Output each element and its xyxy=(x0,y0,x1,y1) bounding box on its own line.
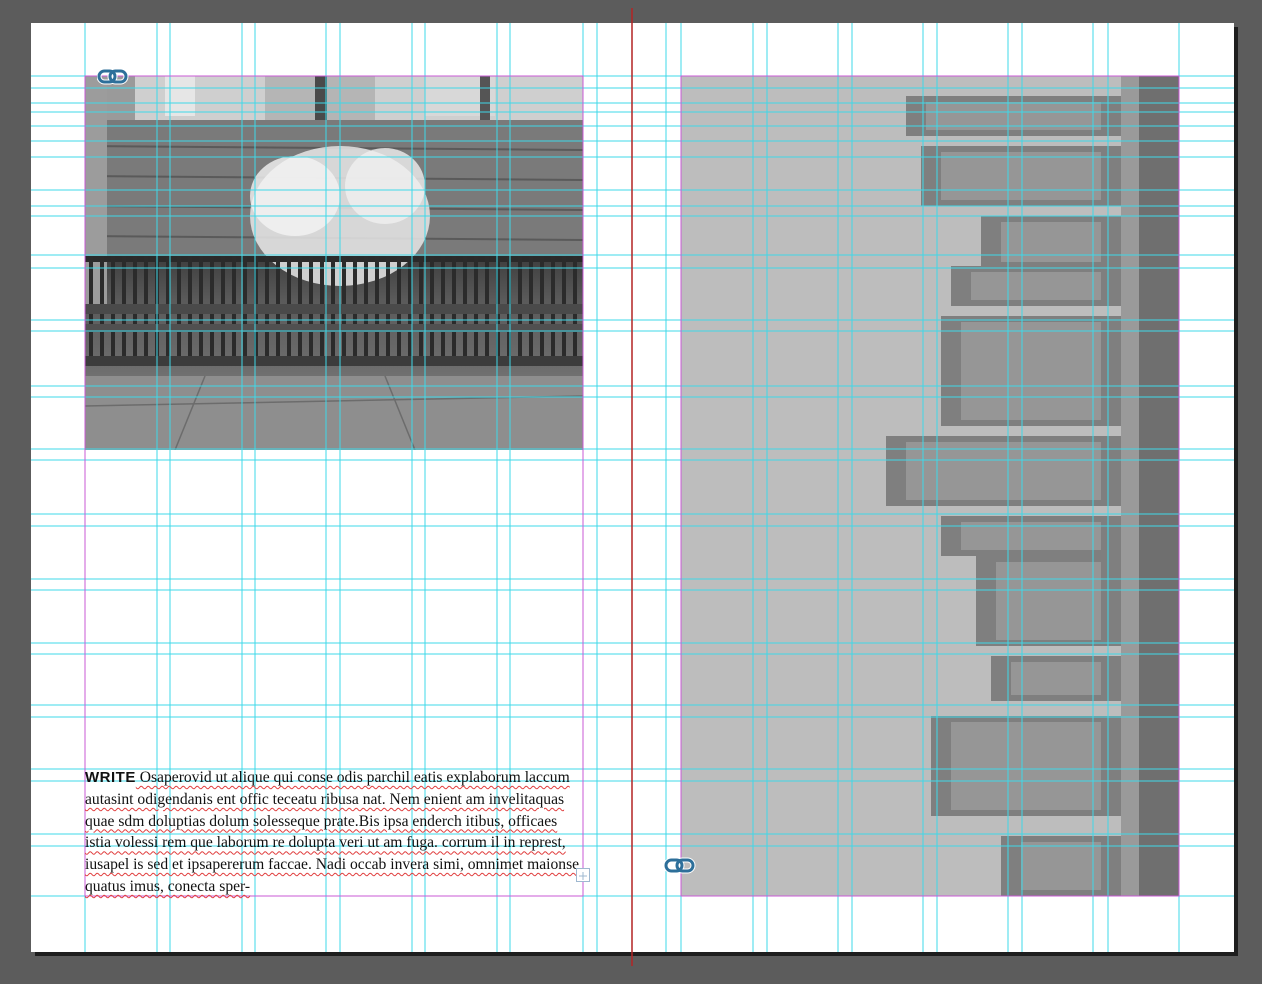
chain-link-icon[interactable] xyxy=(664,857,696,875)
body-paragraph: Osaperovid ut alique qui conse odis parc… xyxy=(85,769,580,895)
lead-in-word: WRITE xyxy=(85,769,136,786)
park-bench-photo xyxy=(85,76,583,450)
body-text-frame[interactable]: WRITE Osaperovid ut alique qui conse odi… xyxy=(85,767,580,898)
city-skyline-photo xyxy=(681,76,1179,896)
overset-text-icon[interactable] xyxy=(576,868,590,882)
chain-link-icon[interactable] xyxy=(97,68,129,86)
left-page-photo-frame[interactable] xyxy=(85,76,583,450)
right-page-photo-frame[interactable] xyxy=(681,76,1179,896)
